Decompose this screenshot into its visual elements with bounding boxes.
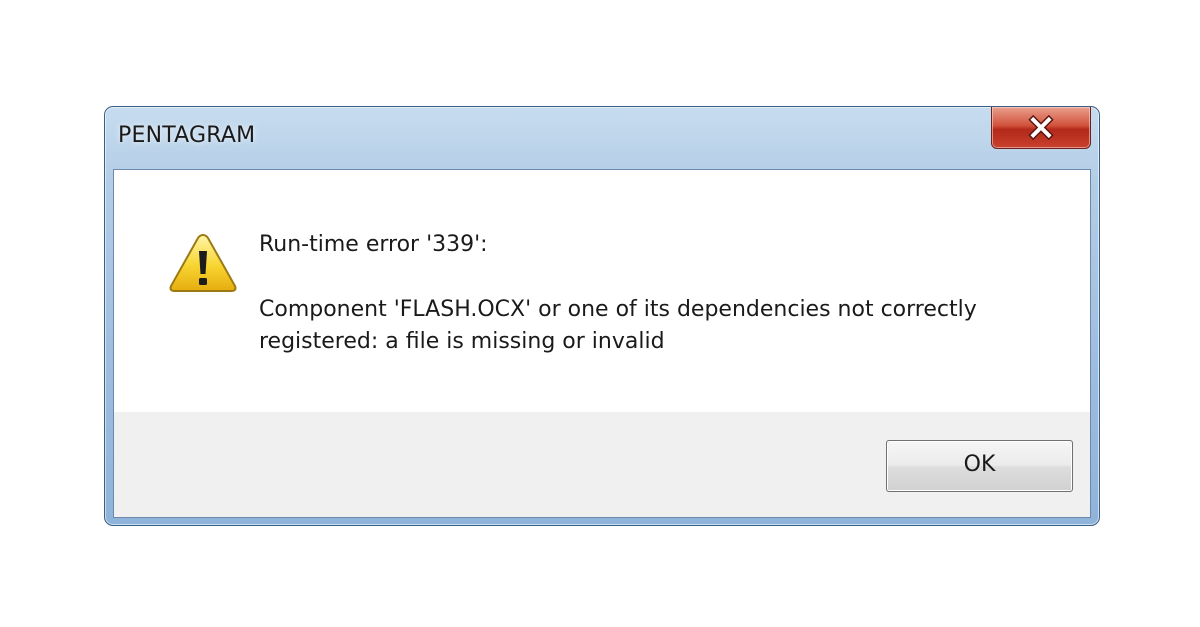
message-area: Run-time error '339': Component 'FLASH.O… [114, 170, 1090, 412]
button-area: OK [114, 412, 1090, 517]
ok-button[interactable]: OK [886, 440, 1073, 492]
close-icon [1028, 114, 1054, 141]
close-button[interactable] [991, 107, 1091, 149]
window-title: PENTAGRAM [118, 123, 256, 148]
error-heading: Run-time error '339': [259, 232, 488, 257]
error-message: Component 'FLASH.OCX' or one of its depe… [259, 297, 977, 354]
error-dialog: PENTAGRAM Run-time error '339': Componen… [104, 106, 1100, 526]
title-bar[interactable]: PENTAGRAM [105, 107, 1099, 169]
dialog-content: Run-time error '339': Component 'FLASH.O… [113, 169, 1091, 518]
warning-icon [169, 233, 237, 292]
